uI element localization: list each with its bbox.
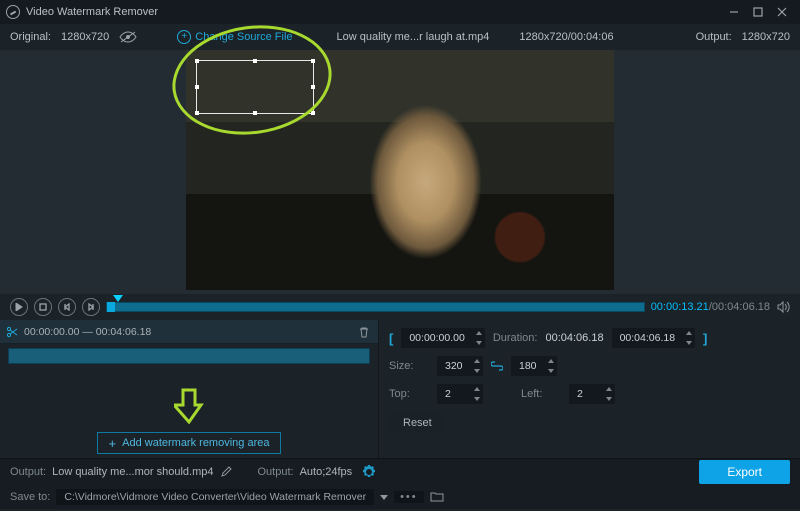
preview-area xyxy=(0,50,800,294)
left-label: Left: xyxy=(521,388,561,400)
original-label: Original: xyxy=(10,31,51,43)
output-format-label: Output: xyxy=(258,466,294,478)
timeline-range-handle[interactable] xyxy=(107,302,115,312)
transport-bar: 00:00:13.21/00:04:06.18 xyxy=(0,294,800,320)
spin-up[interactable] xyxy=(545,356,557,366)
current-time: 00:00:13.21 xyxy=(651,301,709,313)
output-label: Output: xyxy=(696,31,732,43)
middle-panels: 00:00:00.00 — 00:04:06.18 + Add watermar… xyxy=(0,320,800,458)
scissors-icon xyxy=(6,326,18,338)
bracket-left-icon[interactable]: [ xyxy=(389,331,393,346)
export-button[interactable]: Export xyxy=(699,460,790,484)
size-label: Size: xyxy=(389,360,429,372)
minimize-button[interactable] xyxy=(722,3,746,21)
output-format-value: Auto;24fps xyxy=(300,466,353,478)
edit-name-button[interactable] xyxy=(220,466,232,478)
plus-icon: + xyxy=(109,436,117,451)
delete-segment-button[interactable] xyxy=(358,326,370,338)
start-time-input[interactable]: 00:00:00.00 xyxy=(401,328,484,348)
change-source-label: Change Source File xyxy=(195,31,292,43)
playhead-icon[interactable] xyxy=(113,295,123,302)
height-input[interactable]: 180 xyxy=(511,356,557,376)
play-button[interactable] xyxy=(10,298,28,316)
handle-bl[interactable] xyxy=(195,111,199,115)
spin-down[interactable] xyxy=(603,394,615,404)
handle-tm[interactable] xyxy=(253,59,257,63)
end-time-input[interactable]: 00:04:06.18 xyxy=(612,328,695,348)
timecode: 00:00:13.21/00:04:06.18 xyxy=(651,301,770,313)
spin-up[interactable] xyxy=(471,384,483,394)
spin-up[interactable] xyxy=(603,384,615,394)
total-time: 00:04:06.18 xyxy=(712,301,770,313)
add-area-button[interactable]: + Add watermark removing area xyxy=(97,432,281,454)
handle-lm[interactable] xyxy=(195,85,199,89)
segment-header: 00:00:00.00 — 00:04:06.18 xyxy=(0,320,378,344)
app-title: Video Watermark Remover xyxy=(26,6,158,18)
spin-up[interactable] xyxy=(473,328,485,338)
segments-panel: 00:00:00.00 — 00:04:06.18 + Add watermar… xyxy=(0,320,378,458)
format-settings-button[interactable] xyxy=(362,465,376,479)
spin-up[interactable] xyxy=(471,356,483,366)
width-input[interactable]: 320 xyxy=(437,356,483,376)
change-source-button[interactable]: + Change Source File xyxy=(177,30,292,44)
parameters-panel: [ 00:00:00.00 Duration: 00:04:06.18 00:04… xyxy=(378,320,800,458)
plus-icon: + xyxy=(177,30,191,44)
handle-tl[interactable] xyxy=(195,59,199,63)
segment-track[interactable] xyxy=(8,348,370,364)
spin-up[interactable] xyxy=(683,328,695,338)
save-to-label: Save to: xyxy=(10,491,50,503)
segment-range: 00:00:00.00 — 00:04:06.18 xyxy=(24,326,151,338)
top-input[interactable]: 2 xyxy=(437,384,483,404)
file-name: Low quality me...r laugh at.mp4 xyxy=(337,31,490,43)
path-dropdown-button[interactable] xyxy=(380,495,388,500)
duration-value: 00:04:06.18 xyxy=(545,332,603,344)
volume-button[interactable] xyxy=(776,300,790,314)
stop-button[interactable] xyxy=(34,298,52,316)
mark-out-button[interactable] xyxy=(82,298,100,316)
close-button[interactable] xyxy=(770,3,794,21)
maximize-button[interactable] xyxy=(746,3,770,21)
open-folder-button[interactable] xyxy=(430,491,444,503)
info-bar: Original: 1280x720 + Change Source File … xyxy=(0,24,800,50)
spin-down[interactable] xyxy=(471,394,483,404)
file-dims-time: 1280x720/00:04:06 xyxy=(519,31,613,43)
add-area-label: Add watermark removing area xyxy=(122,437,269,449)
spin-down[interactable] xyxy=(471,366,483,376)
preview-toggle-icon[interactable] xyxy=(119,31,137,43)
handle-tr[interactable] xyxy=(311,59,315,63)
handle-bm[interactable] xyxy=(253,111,257,115)
spin-down[interactable] xyxy=(473,338,485,348)
footer: Output: Low quality me...mor should.mp4 … xyxy=(0,458,800,509)
handle-rm[interactable] xyxy=(311,85,315,89)
selection-rectangle[interactable] xyxy=(196,60,314,114)
browse-button[interactable]: ••• xyxy=(394,491,424,503)
output-file-name: Low quality me...mor should.mp4 xyxy=(52,466,213,478)
link-aspect-icon[interactable] xyxy=(491,360,503,372)
spin-down[interactable] xyxy=(683,338,695,348)
spin-down[interactable] xyxy=(545,366,557,376)
bracket-right-icon[interactable]: ] xyxy=(703,331,707,346)
left-input[interactable]: 2 xyxy=(569,384,615,404)
output-dims: 1280x720 xyxy=(742,31,790,43)
output-file-label: Output: xyxy=(10,466,46,478)
app-logo-icon xyxy=(6,5,20,19)
top-label: Top: xyxy=(389,388,429,400)
timeline-scrubber[interactable] xyxy=(106,302,645,312)
titlebar: Video Watermark Remover xyxy=(0,0,800,24)
original-dims: 1280x720 xyxy=(61,31,109,43)
annotation-arrow-icon xyxy=(174,388,204,424)
duration-label: Duration: xyxy=(493,332,538,344)
mark-in-button[interactable] xyxy=(58,298,76,316)
save-path[interactable]: C:\Vidmore\Vidmore Video Converter\Video… xyxy=(56,489,374,505)
handle-br[interactable] xyxy=(311,111,315,115)
reset-button[interactable]: Reset xyxy=(389,414,446,432)
